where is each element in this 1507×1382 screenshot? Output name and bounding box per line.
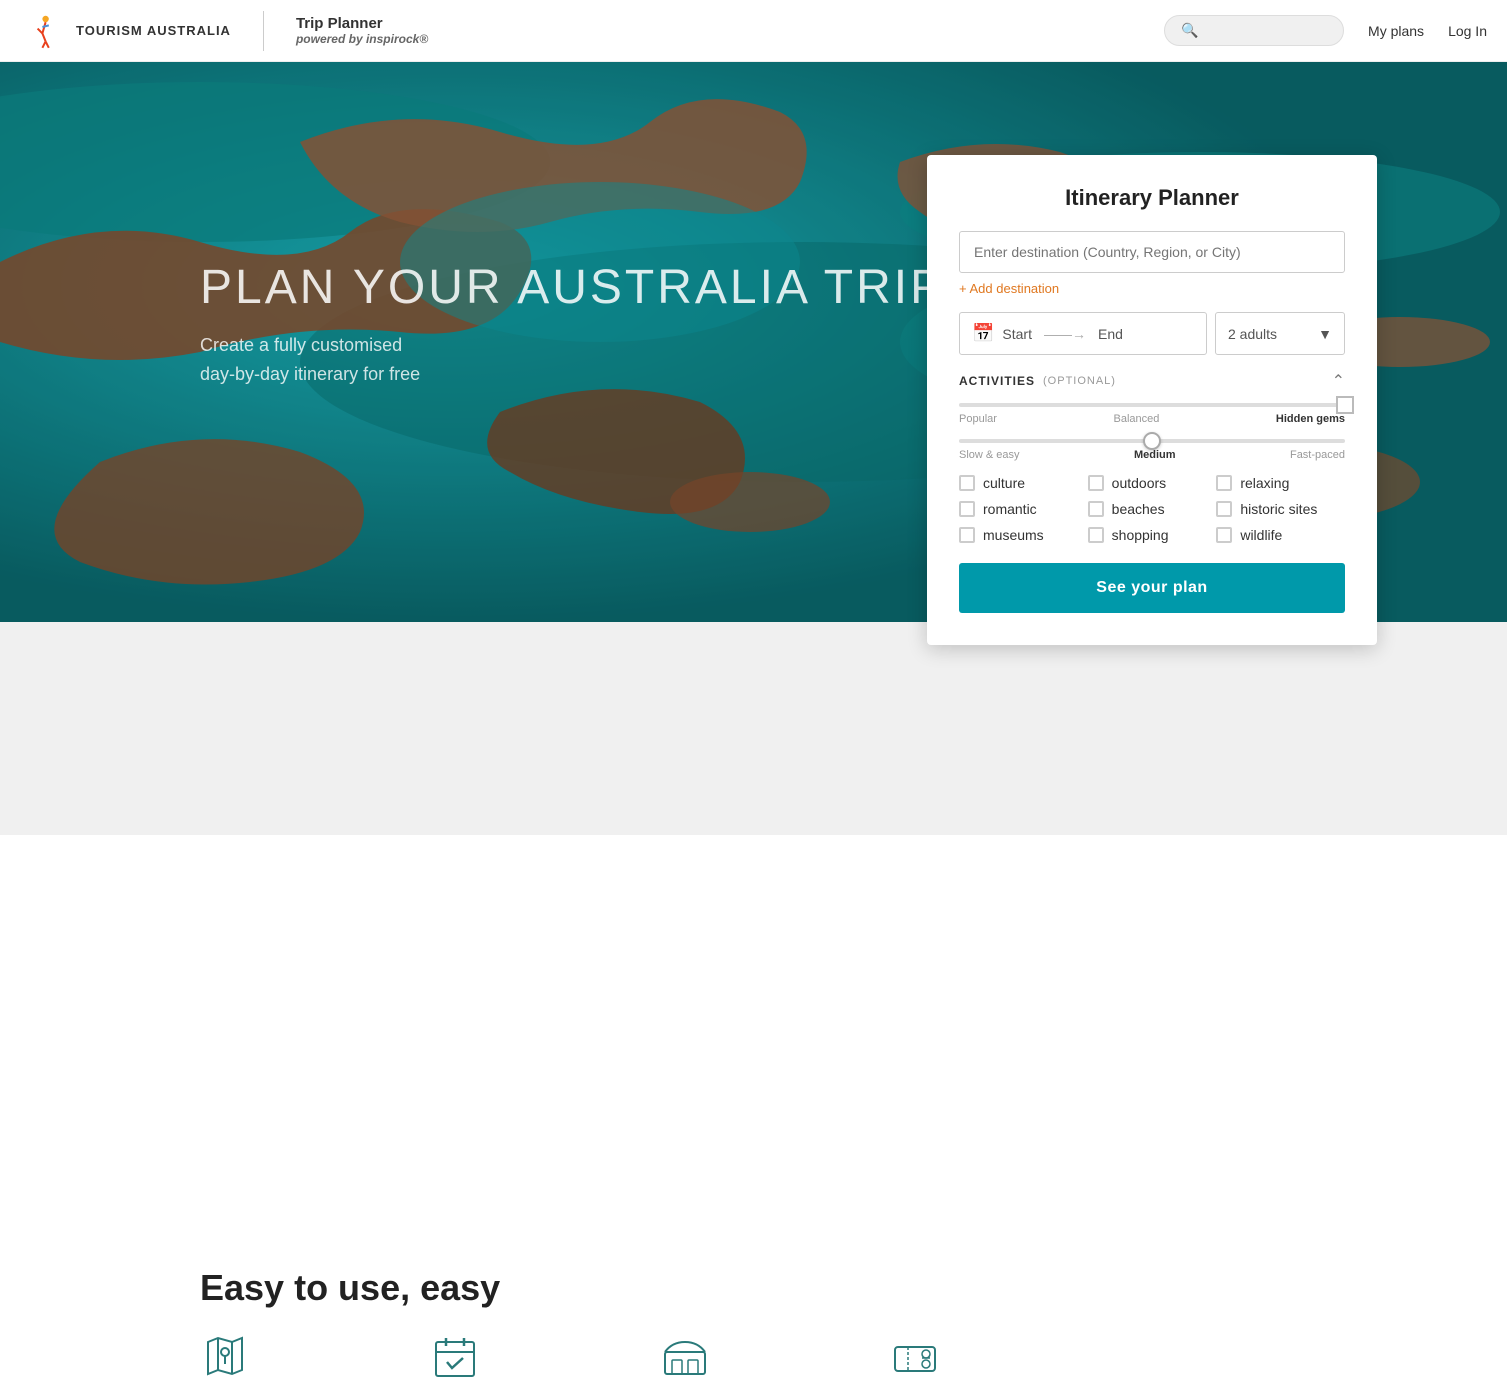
checkbox-shopping[interactable]: shopping — [1088, 527, 1217, 543]
checkbox-historic-sites-box[interactable] — [1216, 501, 1232, 517]
checkbox-beaches-label: beaches — [1112, 501, 1165, 517]
logo-area: TOURISM AUSTRALIA Trip Planner powered b… — [20, 11, 428, 51]
pace-slider-section: Slow & easy Medium Fast-paced — [959, 439, 1345, 461]
checkbox-historic-sites-label: historic sites — [1240, 501, 1317, 517]
pace-label-fast: Fast-paced — [1290, 449, 1345, 461]
date-start: Start — [1002, 326, 1032, 342]
checkbox-culture[interactable]: culture — [959, 475, 1088, 491]
my-plans-link[interactable]: My plans — [1368, 23, 1424, 39]
chevron-down-icon: ▼ — [1318, 326, 1332, 342]
below-hero-section: Easy to use, easy — [0, 622, 1507, 835]
date-end: End — [1098, 326, 1123, 342]
adults-value: 2 adults — [1228, 326, 1277, 342]
calendar-icon — [430, 1332, 480, 1382]
activities-checkboxes-grid: culture outdoors relaxing romantic beach… — [959, 475, 1345, 543]
checkbox-outdoors-label: outdoors — [1112, 475, 1166, 491]
checkbox-culture-label: culture — [983, 475, 1025, 491]
popularity-slider-track[interactable] — [959, 403, 1345, 407]
checkbox-outdoors[interactable]: outdoors — [1088, 475, 1217, 491]
destination-input[interactable] — [959, 231, 1345, 273]
checkbox-museums-box[interactable] — [959, 527, 975, 543]
checkbox-relaxing[interactable]: relaxing — [1216, 475, 1345, 491]
pace-label-slow: Slow & easy — [959, 449, 1020, 461]
header-right: 🔍 My plans Log In — [1164, 15, 1487, 46]
popularity-slider-section: Popular Balanced Hidden gems — [959, 403, 1345, 425]
hero-text-container: PLAN YOUR AUSTRALIA TRIP Create a fully … — [200, 262, 945, 388]
checkbox-museums-label: museums — [983, 527, 1044, 543]
checkbox-outdoors-box[interactable] — [1088, 475, 1104, 491]
date-picker[interactable]: 📅 Start ——→ End — [959, 312, 1207, 355]
adults-select[interactable]: 2 adults ▼ — [1215, 312, 1345, 355]
popularity-slider-thumb[interactable] — [1336, 396, 1354, 414]
search-icon: 🔍 — [1181, 22, 1198, 39]
add-destination-link[interactable]: + Add destination — [959, 281, 1345, 296]
bottom-icon-calendar — [430, 1332, 480, 1382]
tourism-australia-logo-icon — [20, 11, 60, 51]
login-link[interactable]: Log In — [1448, 23, 1487, 39]
hero-subtitle: Create a fully customised day-by-day iti… — [200, 331, 945, 389]
date-arrow: ——→ — [1044, 326, 1086, 342]
planner-panel: Itinerary Planner + Add destination 📅 St… — [927, 155, 1377, 645]
checkbox-shopping-box[interactable] — [1088, 527, 1104, 543]
popularity-label-balanced: Balanced — [1113, 413, 1159, 425]
trip-planner-title: Trip Planner — [296, 15, 428, 32]
bottom-icons-row — [200, 1332, 940, 1382]
popularity-label-popular: Popular — [959, 413, 997, 425]
powered-by: powered by inspirock® — [296, 32, 428, 46]
checkbox-beaches[interactable]: beaches — [1088, 501, 1217, 517]
hotel-icon — [660, 1332, 710, 1382]
checkbox-romantic[interactable]: romantic — [959, 501, 1088, 517]
map-icon — [200, 1332, 250, 1382]
date-adults-row: 📅 Start ——→ End 2 adults ▼ — [959, 312, 1345, 355]
activities-collapse-icon[interactable]: ⌃ — [1332, 371, 1345, 391]
planner-title: Itinerary Planner — [959, 185, 1345, 211]
popularity-label-hidden-gems: Hidden gems — [1276, 413, 1345, 425]
ticket-icon — [890, 1332, 940, 1382]
bottom-icon-ticket — [890, 1332, 940, 1382]
search-bar[interactable]: 🔍 — [1164, 15, 1344, 46]
header: TOURISM AUSTRALIA Trip Planner powered b… — [0, 0, 1507, 62]
checkbox-historic-sites[interactable]: historic sites — [1216, 501, 1345, 517]
bottom-icon-hotel — [660, 1332, 710, 1382]
pace-slider-thumb[interactable] — [1143, 432, 1161, 450]
checkbox-romantic-label: romantic — [983, 501, 1037, 517]
trip-planner-info: Trip Planner powered by inspirock® — [296, 15, 428, 46]
checkbox-shopping-label: shopping — [1112, 527, 1169, 543]
see-plan-button[interactable]: See your plan — [959, 563, 1345, 613]
checkbox-relaxing-box[interactable] — [1216, 475, 1232, 491]
activities-header: ACTIVITIES (OPTIONAL) ⌃ — [959, 371, 1345, 391]
checkbox-relaxing-label: relaxing — [1240, 475, 1289, 491]
calendar-icon: 📅 — [972, 323, 994, 344]
pace-slider-track[interactable] — [959, 439, 1345, 443]
hero-title: PLAN YOUR AUSTRALIA TRIP — [200, 262, 945, 315]
header-divider — [263, 11, 264, 51]
activities-label: ACTIVITIES — [959, 374, 1035, 388]
checkbox-wildlife-label: wildlife — [1240, 527, 1282, 543]
checkbox-wildlife[interactable]: wildlife — [1216, 527, 1345, 543]
checkbox-beaches-box[interactable] — [1088, 501, 1104, 517]
checkbox-culture-box[interactable] — [959, 475, 975, 491]
optional-label: (OPTIONAL) — [1043, 375, 1116, 387]
bottom-icon-map — [200, 1332, 250, 1382]
checkbox-museums[interactable]: museums — [959, 527, 1088, 543]
pace-label-medium: Medium — [1134, 449, 1176, 461]
pace-slider-labels: Slow & easy Medium Fast-paced — [959, 449, 1345, 461]
popularity-slider-labels: Popular Balanced Hidden gems — [959, 413, 1345, 425]
checkbox-wildlife-box[interactable] — [1216, 527, 1232, 543]
checkbox-romantic-box[interactable] — [959, 501, 975, 517]
easy-to-use-text: Easy to use, easy — [200, 1267, 500, 1309]
logo-text: TOURISM AUSTRALIA — [76, 23, 231, 38]
